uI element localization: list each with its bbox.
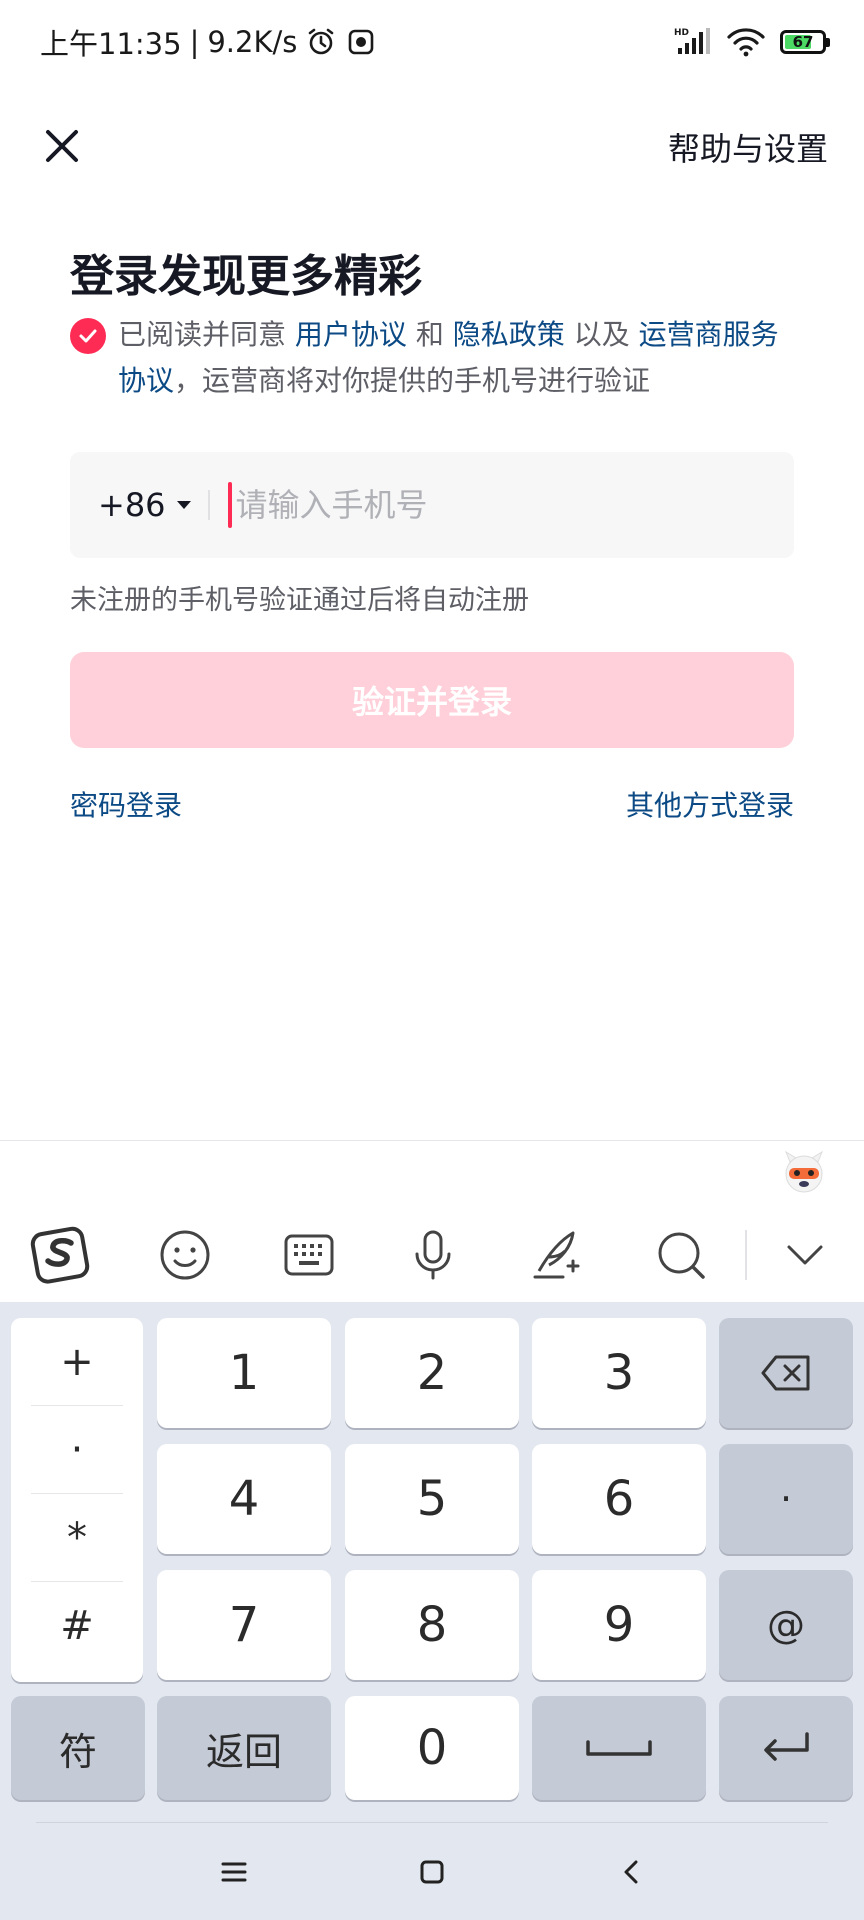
home-button[interactable] [402,1844,462,1900]
key-2[interactable]: 2 [345,1318,519,1428]
key-3[interactable]: 3 [532,1318,706,1428]
space-icon [586,1740,652,1756]
key-1[interactable]: 1 [157,1318,331,1428]
home-square-icon [420,1860,444,1884]
status-right: HD 67 [674,26,830,58]
dot-key[interactable]: · [719,1444,853,1554]
ime-mascot-icon[interactable] [780,1148,828,1196]
agreement-prefix: 已阅读并同意 [118,318,287,351]
battery-level: 67 [792,33,814,51]
backspace-key[interactable] [719,1318,853,1428]
page-title: 登录发现更多精彩 [70,251,422,302]
symbol-key-hash[interactable]: # [31,1582,123,1670]
agreement-text: 已阅读并同意 用户协议 和 隐私政策 以及 运营商服务协议，运营商将对你提供的手… [70,312,810,404]
carrier-agreement-part1: 运营商服务 [638,318,779,351]
symbol-key-star[interactable]: * [31,1494,123,1582]
battery-icon: 67 [780,30,830,54]
system-nav-bar [0,1822,864,1920]
sogou-logo-button[interactable] [26,1220,96,1290]
chevron-left-icon [624,1860,638,1884]
top-bar: 帮助与设置 [0,110,864,180]
key-5[interactable]: 5 [345,1444,519,1554]
space-key[interactable] [532,1696,706,1800]
key-4[interactable]: 4 [157,1444,331,1554]
status-left: 上午11:35 | 9.2K/s [40,21,377,63]
chevron-down-icon [787,1245,823,1265]
at-key[interactable]: @ [719,1570,853,1680]
privacy-policy-link[interactable]: 隐私政策 [453,318,565,351]
country-code-selector[interactable]: +86 [98,486,192,524]
screen-record-icon [349,29,374,55]
user-agreement-link[interactable]: 用户协议 [295,318,407,351]
agreement-checkbox[interactable] [70,318,106,354]
other-login-link[interactable]: 其他方式登录 [626,784,794,824]
symbol-switch-key[interactable]: 符 [11,1696,145,1800]
carrier-agreement-part2: 协议 [118,364,175,397]
keyboard-divider [0,1140,864,1141]
status-time: 上午11:35 [40,27,182,61]
backspace-icon [761,1355,810,1391]
help-settings-link[interactable]: 帮助与设置 [668,124,828,170]
symbol-key-plus[interactable]: + [31,1318,123,1406]
key-7[interactable]: 7 [157,1570,331,1680]
status-separator: | [189,25,200,59]
key-0[interactable]: 0 [345,1696,519,1800]
password-login-link[interactable]: 密码登录 [70,784,182,824]
auto-register-hint: 未注册的手机号验证通过后将自动注册 [70,585,529,616]
menu-icon [221,1862,247,1882]
signal-icon: HD [674,28,710,54]
signal-hd-label: HD [674,28,689,38]
keyboard-switch-button[interactable] [274,1220,344,1290]
agreement-suffix: ，运营商将对你提供的手机号进行验证 [174,364,651,397]
enter-key[interactable] [719,1696,853,1800]
toolbar-separator [745,1230,747,1280]
back-key[interactable]: 返回 [157,1696,331,1800]
country-code: +86 [98,486,166,524]
ime-toolbar [0,1210,864,1300]
phone-input[interactable] [235,486,756,524]
numeric-keypad: + · * # 1 2 3 4 5 6 · 7 8 9 @ 符 返回 0 [0,1302,864,1822]
phone-input-box: +86 [70,452,794,558]
wifi-icon [727,28,765,57]
checkmark-icon [79,329,97,343]
status-bar: 上午11:35 | 9.2K/s HD 67 [0,0,864,84]
at-key-label: @ [767,1603,805,1647]
search-button[interactable] [646,1220,716,1290]
dot-key-label: · [779,1477,793,1521]
close-icon [46,130,78,162]
agreement-as-well-as: 以及 [573,318,630,351]
hide-keyboard-button[interactable] [770,1220,840,1290]
handwriting-pen-icon [533,1231,580,1279]
enter-icon [764,1732,809,1761]
agreement-section: 已阅读并同意 用户协议 和 隐私政策 以及 运营商服务协议，运营商将对你提供的手… [70,312,810,404]
alarm-icon [309,28,334,55]
symbol-key-dot[interactable]: · [31,1406,123,1494]
keyboard-icon [284,1234,334,1276]
emoji-button[interactable] [150,1220,220,1290]
key-9[interactable]: 9 [532,1570,706,1680]
text-cursor [227,482,232,528]
microphone-icon [415,1230,451,1280]
country-code-divider [207,490,210,520]
back-button[interactable] [602,1844,662,1900]
back-key-label: 返回 [205,1729,282,1774]
key-6[interactable]: 6 [532,1444,706,1554]
close-button[interactable] [36,120,88,172]
caret-down-icon [176,501,191,509]
verify-login-button[interactable]: 验证并登录 [70,652,794,748]
sogou-logo-icon [30,1226,90,1284]
search-icon [658,1232,705,1279]
symbol-column: + · * # [11,1318,143,1682]
emoji-icon [160,1230,210,1280]
voice-input-button[interactable] [398,1220,468,1290]
status-network-speed: 9.2K/s [207,25,298,59]
nav-divider [36,1822,828,1823]
symbol-switch-label: 符 [58,1729,97,1774]
recent-apps-button[interactable] [204,1844,264,1900]
key-8[interactable]: 8 [345,1570,519,1680]
agreement-and: 和 [415,318,444,351]
handwriting-button[interactable] [522,1220,592,1290]
